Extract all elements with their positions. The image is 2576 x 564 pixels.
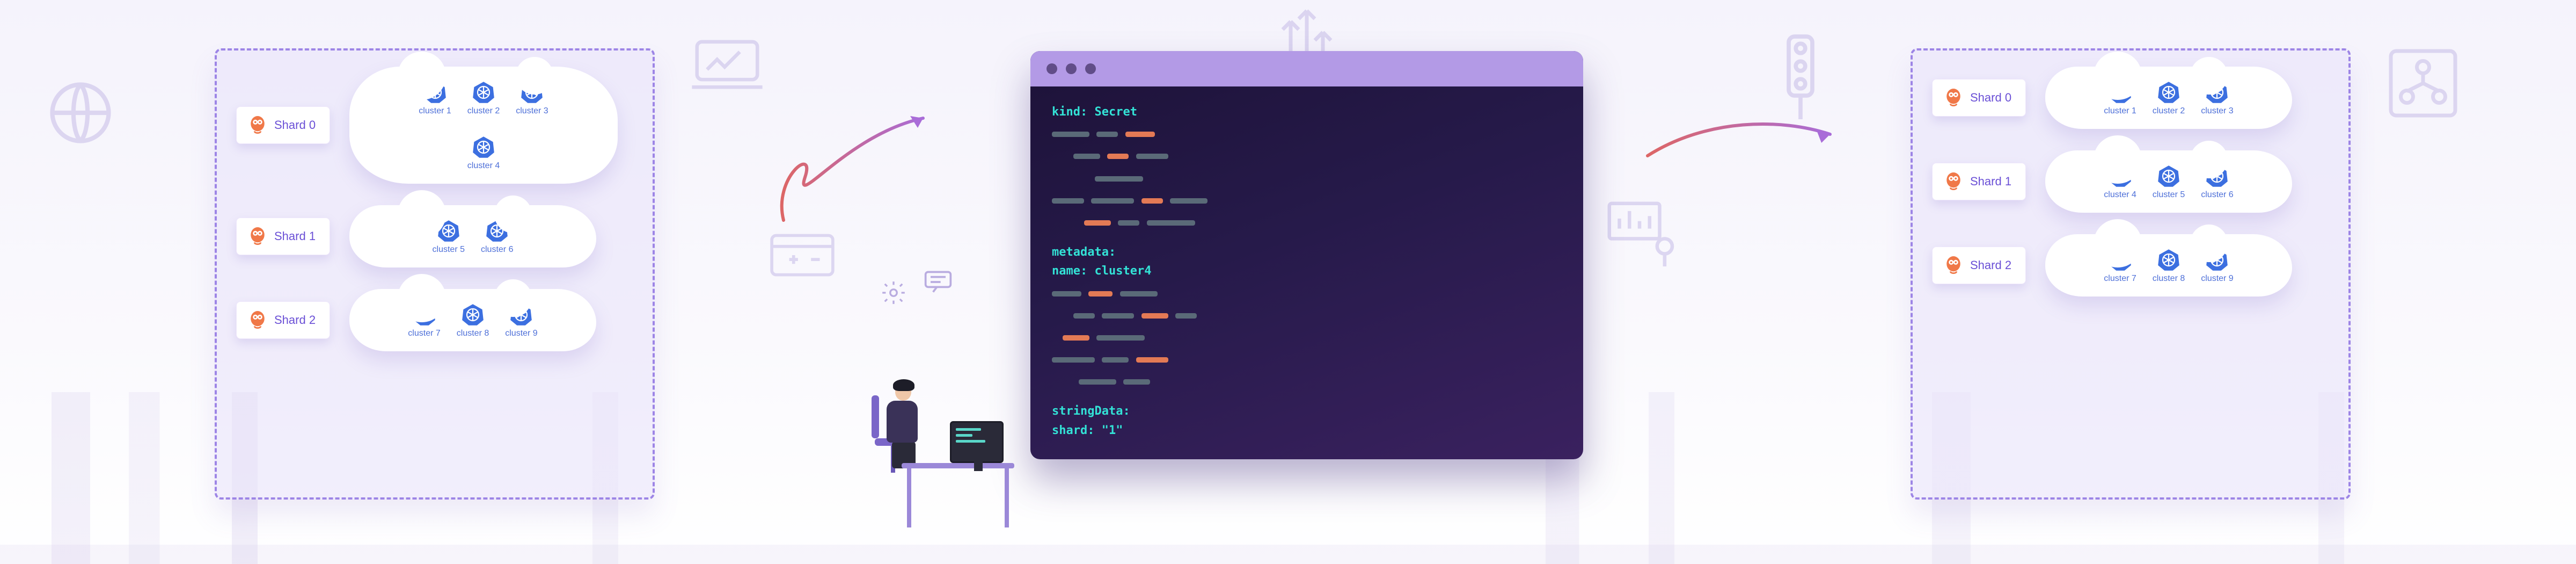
cluster-name: cluster 2 [467,106,500,116]
cluster-cloud: cluster 7 cluster 8 cluster 9 [349,289,596,351]
cluster-item: cluster 9 [2201,248,2233,284]
shard-card: Shard 2 [236,301,330,339]
shard-label: Shard 1 [274,229,316,243]
shard-row-0: Shard 0 cluster 1 cluster 2 cluster 3 [1932,67,2329,129]
sharding-after-panel: Shard 0 cluster 1 cluster 2 cluster 3 Sh… [1911,48,2351,500]
developer-illustration [859,301,1020,478]
argo-icon [248,309,267,331]
cluster-name: cluster 6 [2201,190,2233,200]
globe-icon [43,75,118,150]
cluster-item: cluster 2 [467,81,500,116]
cluster-item: cluster 5 [2153,164,2185,200]
code-stringdata-key: stringData: [1052,404,1130,418]
cluster-name: cluster 8 [2153,274,2185,284]
presentation-icon [1599,193,1680,274]
shard-label: Shard 1 [1970,175,2011,189]
sharding-before-panel: Shard 0 cluster 1 cluster 2 cluster 3 cl… [215,48,655,500]
cluster-name: cluster 7 [408,329,440,338]
shard-row-1: Shard 1 cluster 4 cluster 5 cluster 6 [1932,150,2329,213]
argo-icon [248,226,267,247]
arrow-curly-icon [751,81,945,242]
shard-card: Shard 2 [1932,247,2026,284]
code-kind-value: Secret [1087,105,1137,119]
cluster-name: cluster 9 [505,329,537,338]
shard-card: Shard 0 [236,106,330,144]
code-metadata-key: metadata: [1052,245,1116,259]
cluster-cloud: cluster 7 cluster 8 cluster 9 [2045,234,2292,297]
chat-bubble-icon [923,269,953,298]
shard-card: Shard 0 [1932,79,2026,117]
cluster-item: cluster 6 [481,219,513,255]
shard-row-2: Shard 2 cluster 7 cluster 8 cluster 9 [236,289,633,351]
cluster-item: cluster 5 [433,219,465,255]
code-shard-value: "1" [1094,424,1123,437]
cluster-name: cluster 1 [2104,106,2136,116]
shard-card: Shard 1 [236,218,330,255]
cluster-item: cluster 7 [2104,248,2136,284]
code-name-key: name: [1052,264,1087,278]
cluster-item: cluster 7 [408,303,440,338]
cluster-name: cluster 3 [516,106,548,116]
window-dot-icon [1046,63,1057,74]
shard-card: Shard 1 [1932,163,2026,200]
cluster-name: cluster 6 [481,245,513,255]
argo-icon [248,114,267,136]
code-window: kind: Secret metadata: name: cluster4 st… [1030,51,1583,459]
org-chart-icon [2383,43,2463,124]
argo-icon [1944,87,1963,109]
cluster-name: cluster 4 [467,161,500,171]
argo-icon [1944,255,1963,276]
code-shard-key: shard: [1052,424,1094,437]
cluster-cloud: cluster 5 cluster 6 [349,205,596,267]
cluster-name: cluster 3 [2201,106,2233,116]
shard-label: Shard 0 [274,118,316,132]
argo-icon [1944,171,1963,192]
cluster-cloud: cluster 4 cluster 5 cluster 6 [2045,150,2292,213]
shard-label: Shard 2 [1970,258,2011,272]
window-dot-icon [1085,63,1096,74]
shard-row-2: Shard 2 cluster 7 cluster 8 cluster 9 [1932,234,2329,297]
code-body: kind: Secret metadata: name: cluster4 st… [1030,86,1583,451]
shard-label: Shard 0 [1970,91,2011,105]
cluster-item: cluster 1 [419,81,451,116]
cluster-item: cluster 3 [2201,81,2233,116]
shard-row-0: Shard 0 cluster 1 cluster 2 cluster 3 cl… [236,67,633,184]
cluster-name: cluster 7 [2104,274,2136,284]
code-kind-key: kind: [1052,105,1087,119]
arrow-right-icon [1642,107,1846,172]
cluster-item: cluster 1 [2104,81,2136,116]
shard-label: Shard 2 [274,313,316,327]
cluster-item: cluster 9 [505,303,537,338]
cluster-cloud: cluster 1 cluster 2 cluster 3 cluster 4 [349,67,618,184]
window-dot-icon [1066,63,1077,74]
code-name-value: cluster4 [1087,264,1151,278]
cluster-cloud: cluster 1 cluster 2 cluster 3 [2045,67,2292,129]
shard-row-1: Shard 1 cluster 5 cluster 6 [236,205,633,267]
cluster-name: cluster 8 [457,329,489,338]
cluster-name: cluster 4 [2104,190,2136,200]
cluster-name: cluster 1 [419,106,451,116]
cluster-item: cluster 4 [467,135,500,171]
cluster-item: cluster 6 [2201,164,2233,200]
cluster-item: cluster 8 [2153,248,2185,284]
cluster-item: cluster 8 [457,303,489,338]
cluster-item: cluster 2 [2153,81,2185,116]
gear-icon [880,279,907,309]
cluster-item: cluster 4 [2104,164,2136,200]
cluster-name: cluster 5 [433,245,465,255]
cluster-item: cluster 3 [516,81,548,116]
cluster-name: cluster 5 [2153,190,2185,200]
cluster-name: cluster 9 [2201,274,2233,284]
monitor-icon [950,421,1004,463]
cluster-name: cluster 2 [2153,106,2185,116]
window-titlebar [1030,51,1583,86]
